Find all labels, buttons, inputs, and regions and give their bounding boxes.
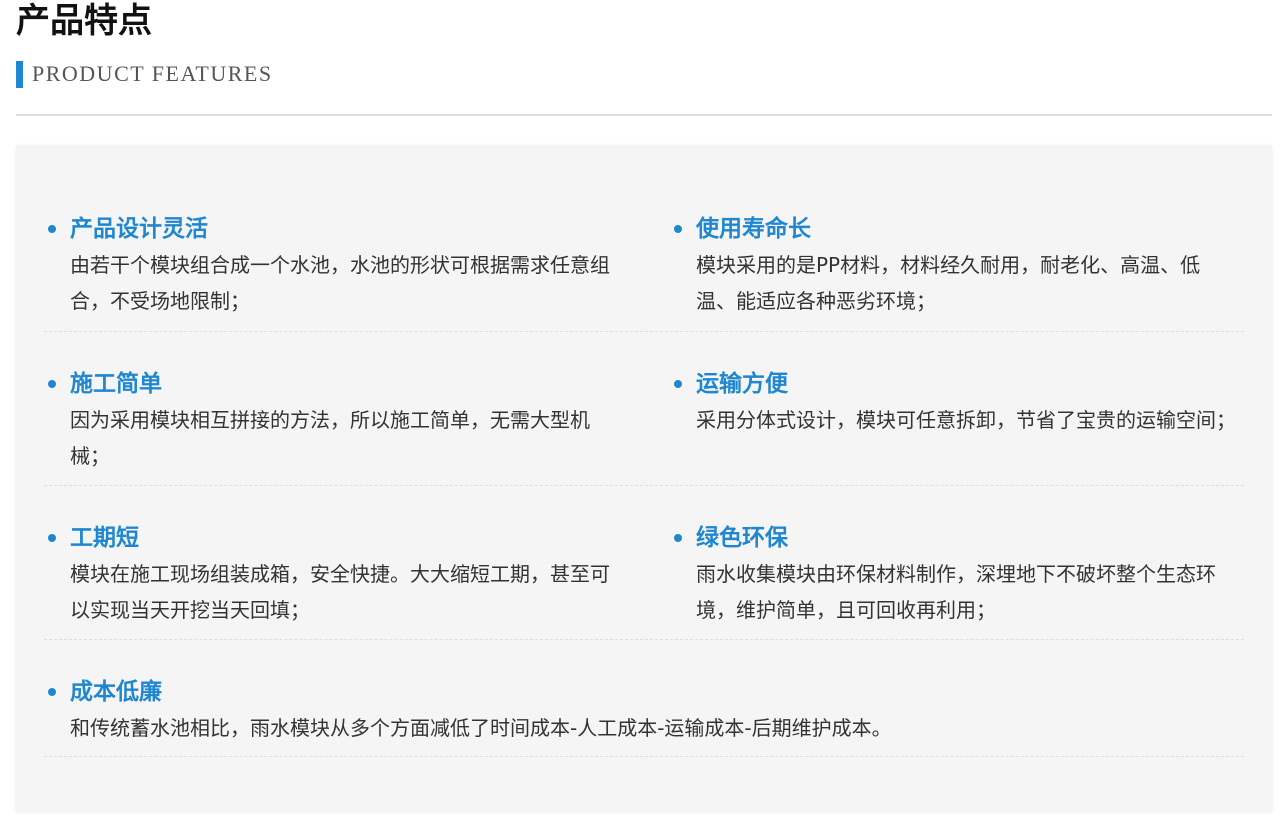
bullet-dot-icon <box>674 534 682 542</box>
header-divider <box>16 114 1272 116</box>
feature-description: 雨水收集模块由环保材料制作，深埋地下不破坏整个生态环境，维护简单，且可回收再利用… <box>696 562 1216 622</box>
feature-row: 成本低廉 和传统蓄水池相比，雨水模块从多个方面减低了时间成本-人工成本-运输成本… <box>44 678 1244 757</box>
feature-description: 因为采用模块相互拼接的方法，所以施工简单，无需大型机械； <box>70 408 590 468</box>
feature-row: 工期短 模块在施工现场组装成箱，安全快捷。大大缩短工期，甚至可以实现当天开挖当天… <box>44 524 1244 640</box>
feature-title: 运输方便 <box>696 371 788 397</box>
accent-bar <box>16 60 23 88</box>
feature-description: 由若干个模块组合成一个水池，水池的形状可根据需求任意组合，不受场地限制； <box>70 253 610 313</box>
features-panel: 产品设计灵活 由若干个模块组合成一个水池，水池的形状可根据需求任意组合，不受场地… <box>16 145 1272 811</box>
bullet-dot-icon <box>48 534 56 542</box>
bullet-dot-icon <box>48 688 56 696</box>
feature-title: 绿色环保 <box>696 525 788 551</box>
section-subtitle: PRODUCT FEATURES <box>16 60 273 88</box>
page-title: 产品特点 <box>16 1 152 41</box>
bullet-dot-icon <box>674 225 682 233</box>
feature-title: 施工简单 <box>70 371 162 397</box>
feature-title: 成本低廉 <box>70 679 162 705</box>
feature-description: 采用分体式设计，模块可任意拆卸，节省了宝贵的运输空间； <box>696 408 1236 432</box>
feature-description: 模块在施工现场组装成箱，安全快捷。大大缩短工期，甚至可以实现当天开挖当天回填； <box>70 562 610 622</box>
feature-title: 产品设计灵活 <box>70 216 208 242</box>
feature-description: 和传统蓄水池相比，雨水模块从多个方面减低了时间成本-人工成本-运输成本-后期维护… <box>70 716 892 740</box>
bullet-dot-icon <box>48 225 56 233</box>
feature-row: 产品设计灵活 由若干个模块组合成一个水池，水池的形状可根据需求任意组合，不受场地… <box>44 215 1244 332</box>
product-features-page: 产品特点 PRODUCT FEATURES 产品设计灵活 由若干个模块组合成一个… <box>0 0 1280 818</box>
bullet-dot-icon <box>674 380 682 388</box>
feature-description: 模块采用的是PP材料，材料经久耐用，耐老化、高温、低温、能适应各种恶劣环境； <box>696 253 1201 313</box>
bullet-dot-icon <box>48 380 56 388</box>
feature-title: 工期短 <box>70 525 139 551</box>
subtitle-text: PRODUCT FEATURES <box>32 61 273 86</box>
feature-title: 使用寿命长 <box>696 216 811 242</box>
feature-row: 施工简单 因为采用模块相互拼接的方法，所以施工简单，无需大型机械； 运输方便 采… <box>44 370 1244 486</box>
